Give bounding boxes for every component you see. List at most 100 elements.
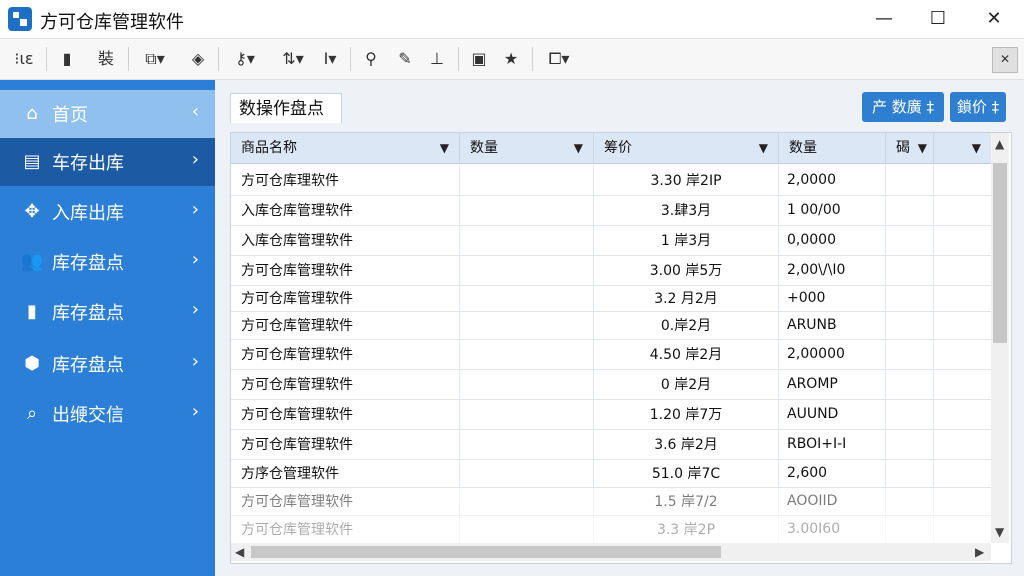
table-cell [934, 369, 991, 399]
table-cell [886, 515, 934, 543]
table-cell: AOOIID [779, 487, 886, 515]
table-cell [460, 195, 594, 225]
star-icon[interactable]: ★ [498, 47, 524, 71]
column-header[interactable]: 筹价 ▼ [594, 133, 779, 163]
table-cell [886, 369, 934, 399]
table-row[interactable]: 方可仓库管理软件 3.6 岸2月 RBOI+I-I [231, 429, 991, 460]
table-row[interactable]: 方可仓库管理软件 1.5 岸7/2 AOOIID [231, 487, 991, 516]
scroll-up-icon[interactable]: ▲ [995, 137, 1004, 151]
table-row[interactable]: 方可仓库管理软件 3.3 岸2P 3.00I60 [231, 515, 991, 544]
maximize-button[interactable]: ☐ [918, 6, 958, 32]
table-row[interactable]: 方序仓管理软件 51.0 岸7C 2,600 [231, 459, 991, 488]
minimize-button[interactable]: — [864, 6, 904, 32]
sidebar-item-stock-out[interactable]: ▤ 车存出库 › [0, 138, 215, 186]
data-sort-button[interactable]: 产 数廣 ‡ [862, 92, 944, 122]
document-icon[interactable]: ▮ [54, 47, 80, 71]
horizontal-scrollbar[interactable]: ◀ ▶ [231, 543, 991, 561]
target-icon[interactable]: ◈ [184, 47, 212, 71]
text-cursor-icon[interactable]: I▾ [316, 47, 344, 71]
close-button[interactable]: ✕ [974, 6, 1014, 32]
table-cell: 1.20 岸7万 [594, 399, 779, 429]
table-header: 商品名称 ▼ 数量 ▼ 筹价 ▼ 数量 碣 ▼ ▼ [231, 133, 991, 164]
scroll-thumb[interactable] [251, 546, 721, 558]
column-header[interactable]: 数量 ▼ [460, 133, 594, 163]
table-cell: 0,0000 [779, 225, 886, 255]
column-header[interactable]: ▼ [934, 133, 991, 163]
table-row[interactable]: 方可仓库管理软件 1.20 岸7万 AUUND [231, 399, 991, 430]
table-cell: AROMP [779, 369, 886, 399]
table-cell: 方可仓库管理软件 [231, 515, 460, 543]
sidebar-item-in-out[interactable]: ✥ 入库出库 › [0, 188, 215, 236]
align-icon[interactable]: ⊥ [424, 47, 450, 71]
table-cell [934, 165, 991, 195]
scroll-left-icon[interactable]: ◀ [235, 545, 244, 559]
table-cell: 方可仓库管理软件 [231, 255, 460, 285]
boxes-icon: ▤ [23, 151, 41, 172]
list-icon[interactable]: ⁝ιε [6, 47, 42, 71]
table-row[interactable]: 入库仓库管理软件 1 岸3月 0,0000 [231, 225, 991, 256]
chevron-right-icon: › [191, 249, 199, 270]
toolbar-text-button[interactable]: 裝 [92, 47, 120, 71]
table-cell [460, 487, 594, 515]
table-row[interactable]: 方可仓库管理软件 3.2 月2月 +000 [231, 285, 991, 312]
column-header[interactable]: 碣 ▼ [886, 133, 934, 163]
sidebar-item-inventory-2[interactable]: ▮ 库存盘点 › [0, 288, 215, 336]
table-cell [886, 339, 934, 369]
copy-icon[interactable]: ⧉▾ [136, 47, 174, 71]
sidebar-item-label: 首页 [52, 105, 88, 126]
scroll-thumb[interactable] [993, 163, 1007, 343]
table-cell: 3.00 岸5万 [594, 255, 779, 285]
table-cell [886, 429, 934, 459]
key-icon[interactable]: ⚷▾ [226, 47, 264, 71]
table-cell [460, 369, 594, 399]
column-header[interactable]: 商品名称 ▼ [231, 133, 460, 163]
sidebar-item-inventory-3[interactable]: ⬢ 库存盘点 › [0, 340, 215, 388]
sidebar-item-label: 库存盘点 [52, 253, 124, 274]
dropdown-icon[interactable]: ▼ [440, 133, 449, 163]
scroll-right-icon[interactable]: ▶ [975, 545, 984, 559]
table-cell [460, 515, 594, 543]
vertical-scrollbar[interactable]: ▲ ▼ [991, 133, 1009, 543]
column-header[interactable]: 数量 [779, 133, 886, 163]
search-icon: ⌕ [26, 403, 38, 424]
chevron-right-icon: › [191, 351, 199, 372]
home-icon: ⌂ [26, 103, 38, 124]
table-cell [460, 225, 594, 255]
table-cell [934, 285, 991, 311]
table-cell [886, 165, 934, 195]
table-cell: 方可仓库管理软件 [231, 369, 460, 399]
scroll-down-icon[interactable]: ▼ [995, 525, 1004, 539]
dropdown-icon[interactable]: ▼ [574, 133, 583, 163]
sort-icon[interactable]: ⇅▾ [276, 47, 310, 71]
table-cell [934, 255, 991, 285]
table-row[interactable]: 方可仓库管理软件 0 岸2月 AROMP [231, 369, 991, 400]
table-row[interactable]: 方可仓库管理软件 0.岸2月 ARUNB [231, 311, 991, 340]
table-cell: 1 岸3月 [594, 225, 779, 255]
table-cell: 3.6 岸2月 [594, 429, 779, 459]
dropdown-icon[interactable]: ▼ [918, 133, 927, 163]
table-cell [934, 195, 991, 225]
dropdown-icon[interactable]: ▼ [972, 133, 981, 163]
table-row[interactable]: 方可仓库管理软件 3.00 岸5万 2,00\/\I0 [231, 255, 991, 286]
price-button[interactable]: 鎖价 ‡ [950, 92, 1006, 122]
table-cell: 方序仓管理软件 [231, 459, 460, 487]
sidebar-item-label: 车存出库 [52, 153, 124, 174]
table-row[interactable]: 方可仓库管理软件 4.50 岸2月 2,00000 [231, 339, 991, 370]
table-row[interactable]: 入库仓库管理软件 3.肆3月 1 00/00 [231, 195, 991, 226]
tag-icon[interactable]: ✎ [392, 47, 418, 71]
tab-inventory[interactable]: 数操作盘点 [230, 93, 342, 123]
table-cell [886, 285, 934, 311]
window-icon[interactable]: ⧠▾ [540, 47, 578, 71]
page-icon[interactable]: ▣ [466, 47, 492, 71]
dropdown-icon[interactable]: ▼ [759, 133, 768, 163]
sidebar-item-home[interactable]: ⌂ 首页 ‹ [0, 90, 215, 138]
sidebar-item-label: 库存盘点 [52, 303, 124, 324]
sidebar-item-inventory-1[interactable]: 👥 库存盘点 › [0, 238, 215, 286]
table-cell: ARUNB [779, 311, 886, 339]
sidebar-item-search[interactable]: ⌕ 出缏交信 › [0, 390, 215, 438]
toolbar-close-icon[interactable]: ✕ [992, 47, 1018, 73]
table-cell: 方可仓库理软件 [231, 165, 460, 195]
table-cell: 方可仓库管理软件 [231, 399, 460, 429]
pin-icon[interactable]: ⚲ [358, 47, 384, 71]
table-row[interactable]: 方可仓库理软件 3.30 岸2IP 2,0000 [231, 165, 991, 196]
